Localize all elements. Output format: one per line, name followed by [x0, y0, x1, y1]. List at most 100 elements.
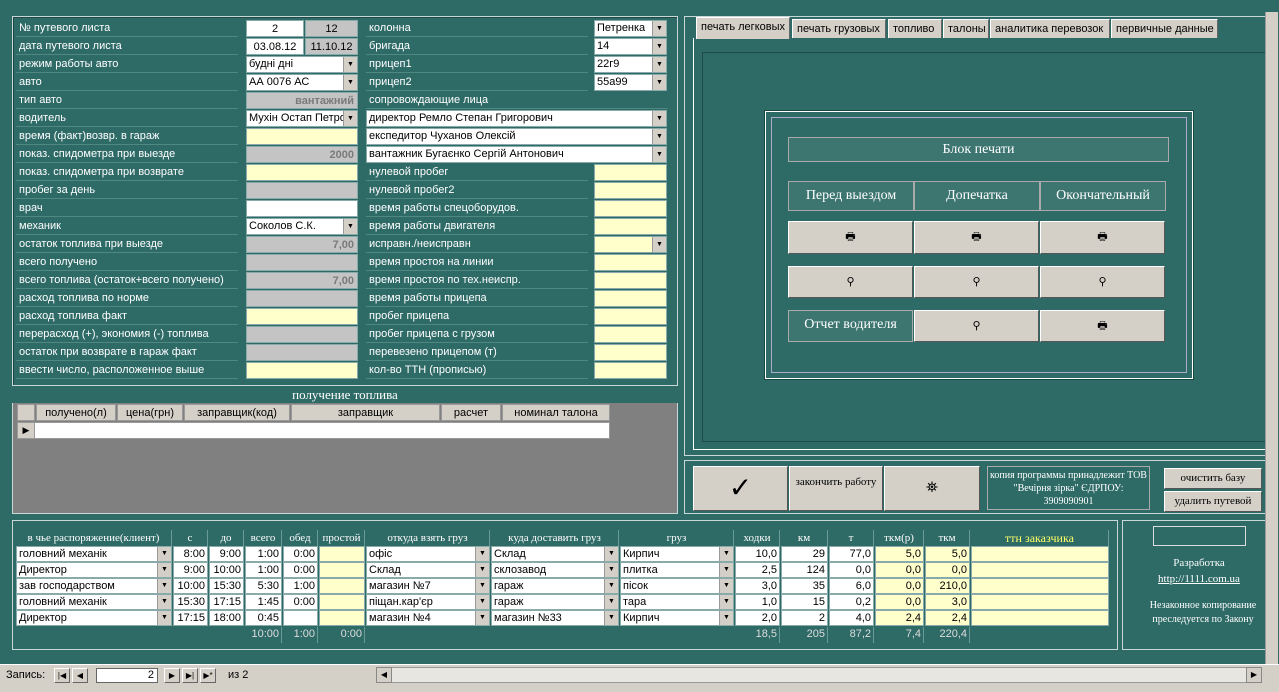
print-before-departure-button[interactable]: 🖶	[788, 221, 913, 254]
trip-select-2[interactable]: 22г9 ▼	[594, 56, 667, 73]
grid-select-cell[interactable]: піщан.кар'єр ▼	[366, 594, 490, 610]
waybill-date-input[interactable]: 03.08.12	[246, 38, 304, 55]
record-number-input[interactable]: 2	[96, 668, 158, 683]
chevron-down-icon[interactable]: ▼	[652, 75, 666, 90]
chevron-down-icon[interactable]: ▼	[719, 595, 733, 609]
preview-before-departure-button[interactable]: ⚲	[788, 266, 913, 298]
finish-work-button[interactable]: закончить работу	[789, 466, 883, 511]
chevron-down-icon[interactable]: ▼	[157, 547, 171, 561]
grid-cell[interactable]	[319, 578, 365, 594]
chevron-down-icon[interactable]: ▼	[719, 563, 733, 577]
fuel-actual-input[interactable]	[246, 308, 358, 325]
chevron-down-icon[interactable]: ▼	[157, 579, 171, 593]
grid-cell[interactable]: 0,2	[829, 594, 874, 610]
customer-ttn-cell[interactable]	[971, 546, 1109, 562]
trip-metric-input[interactable]	[594, 254, 667, 271]
grid-cell[interactable]: 4,0	[829, 610, 874, 626]
tab-4[interactable]: аналитика перевозок	[990, 19, 1110, 38]
trip-metric-input[interactable]	[594, 218, 667, 235]
chevron-down-icon[interactable]: ▼	[157, 563, 171, 577]
auto-select[interactable]: АА 0076 АС ▼	[246, 74, 358, 91]
trip-select-3[interactable]: 55а99 ▼	[594, 74, 667, 91]
grid-cell[interactable]: 1:00	[283, 578, 318, 594]
chevron-down-icon[interactable]: ▼	[719, 547, 733, 561]
return-time-input[interactable]	[246, 128, 358, 145]
chevron-down-icon[interactable]: ▼	[719, 611, 733, 625]
chevron-down-icon[interactable]: ▼	[652, 21, 666, 36]
grid-cell[interactable]	[319, 610, 365, 626]
escort-select-2[interactable]: вантажник Бугаєнко Сергій Антонович ▼	[366, 146, 667, 163]
grid-cell[interactable]: 0,0	[875, 562, 924, 578]
grid-cell[interactable]: 9:00	[173, 562, 208, 578]
grid-cell[interactable]: 5:30	[245, 578, 282, 594]
customer-ttn-cell[interactable]	[971, 594, 1109, 610]
customer-ttn-cell[interactable]	[971, 562, 1109, 578]
customer-ttn-cell[interactable]	[971, 610, 1109, 626]
grid-cell[interactable]: 0,0	[875, 594, 924, 610]
grid-cell[interactable]: 10:00	[173, 578, 208, 594]
grid-cell[interactable]: 1,0	[735, 594, 780, 610]
chevron-down-icon[interactable]: ▼	[604, 611, 618, 625]
chevron-down-icon[interactable]: ▼	[343, 111, 357, 126]
first-record-button[interactable]: |◀	[54, 668, 70, 683]
grid-cell[interactable]: 15:30	[209, 578, 244, 594]
chevron-down-icon[interactable]: ▼	[343, 57, 357, 72]
trip-metric-input[interactable]	[594, 182, 667, 199]
grid-cell[interactable]: 1:45	[245, 594, 282, 610]
grid-cell[interactable]	[319, 594, 365, 610]
grid-cell[interactable]: 77,0	[829, 546, 874, 562]
clear-database-button[interactable]: очистить базу	[1164, 468, 1262, 489]
chevron-down-icon[interactable]: ▼	[343, 219, 357, 234]
scroll-left-arrow[interactable]: ◀	[376, 667, 392, 683]
grid-cell[interactable]: 0,0	[875, 578, 924, 594]
customer-ttn-cell[interactable]	[971, 578, 1109, 594]
grid-select-cell[interactable]: плитка ▼	[620, 562, 734, 578]
chevron-down-icon[interactable]: ▼	[157, 595, 171, 609]
grid-select-cell[interactable]: магазин №4 ▼	[366, 610, 490, 626]
grid-cell[interactable]: 5,0	[925, 546, 970, 562]
grid-select-cell[interactable]: Директор ▼	[16, 562, 172, 578]
trip-select-0[interactable]: Петренка ▼	[594, 20, 667, 37]
grid-cell[interactable]: 2,4	[925, 610, 970, 626]
tab-3[interactable]: талоны	[943, 19, 989, 38]
chevron-down-icon[interactable]: ▼	[652, 39, 666, 54]
serviceable-select[interactable]: ▼	[594, 236, 667, 253]
grid-cell[interactable]: 0:45	[245, 610, 282, 626]
tab-1[interactable]: печать грузовых	[792, 19, 886, 38]
grid-cell[interactable]: 15:30	[173, 594, 208, 610]
chevron-down-icon[interactable]: ▼	[652, 57, 666, 72]
grid-cell[interactable]: 2,5	[735, 562, 780, 578]
trip-select-1[interactable]: 14 ▼	[594, 38, 667, 55]
verify-number-input[interactable]	[246, 362, 358, 379]
last-record-button[interactable]: ▶|	[182, 668, 198, 683]
trip-metric-input[interactable]	[594, 344, 667, 361]
chevron-down-icon[interactable]: ▼	[475, 579, 489, 593]
new-record-button[interactable]: ▶*	[200, 668, 216, 683]
grid-cell[interactable]: 29	[781, 546, 828, 562]
chevron-down-icon[interactable]: ▼	[604, 595, 618, 609]
speedometer-return-input[interactable]	[246, 164, 358, 181]
driver-report-preview-button[interactable]: ⚲	[914, 310, 1039, 342]
grid-cell[interactable]: 10:00	[209, 562, 244, 578]
grid-select-cell[interactable]: гараж ▼	[491, 578, 619, 594]
tab-5[interactable]: первичные данные	[1111, 19, 1218, 38]
grid-cell[interactable]: 124	[781, 562, 828, 578]
grid-cell[interactable]: 0,0	[925, 562, 970, 578]
row-selector-icon[interactable]: ▶	[17, 422, 35, 439]
grid-cell[interactable]: 0:00	[283, 562, 318, 578]
grid-cell[interactable]	[319, 546, 365, 562]
grid-cell[interactable]: 8:00	[173, 546, 208, 562]
grid-cell[interactable]: 10,0	[735, 546, 780, 562]
chevron-down-icon[interactable]: ▼	[652, 147, 666, 162]
grid-cell[interactable]	[283, 610, 318, 626]
search-button[interactable]: ⛯	[884, 466, 980, 511]
grid-cell[interactable]: 0:00	[283, 594, 318, 610]
grid-select-cell[interactable]: тара ▼	[620, 594, 734, 610]
grid-select-cell[interactable]: гараж ▼	[491, 594, 619, 610]
chevron-down-icon[interactable]: ▼	[343, 75, 357, 90]
mechanic-select[interactable]: Соколов С.К. ▼	[246, 218, 358, 235]
trip-metric-input[interactable]	[594, 290, 667, 307]
waybill-number-input[interactable]: 2	[246, 20, 304, 37]
vertical-scrollbar[interactable]	[1265, 12, 1278, 664]
doctor-input[interactable]	[246, 200, 358, 217]
